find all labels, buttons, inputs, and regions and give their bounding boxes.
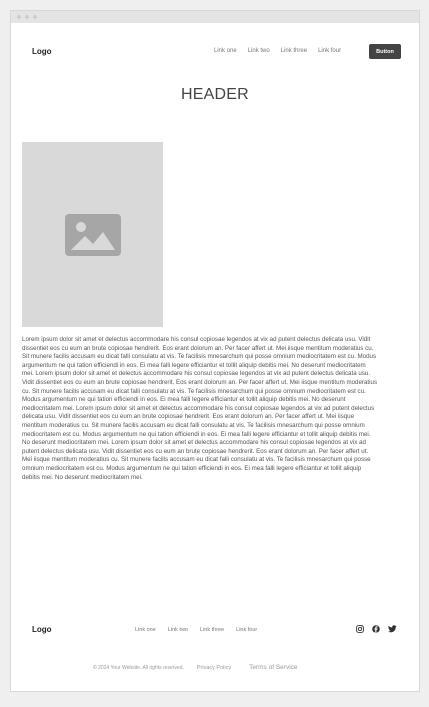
- window-dot: [33, 15, 37, 19]
- footer-link-four[interactable]: Link four: [236, 627, 257, 633]
- nav-link-three[interactable]: Link three: [281, 48, 307, 54]
- nav-links: Link one Link two Link three Link four: [214, 48, 341, 54]
- footer-logo[interactable]: Logo: [32, 625, 52, 634]
- twitter-icon[interactable]: [388, 625, 397, 633]
- nav-link-four[interactable]: Link four: [318, 48, 341, 54]
- copyright-text: © 2024 Your Website. All rights reserved…: [93, 664, 184, 671]
- footer-link-one[interactable]: Link one: [135, 627, 156, 633]
- nav-logo[interactable]: Logo: [32, 47, 52, 56]
- privacy-link[interactable]: Privacy Policy: [197, 665, 231, 671]
- browser-frame: Logo Link one Link two Link three Link f…: [10, 10, 420, 692]
- footer-link-three[interactable]: Link three: [200, 627, 224, 633]
- nav-link-one[interactable]: Link one: [214, 48, 237, 54]
- window-titlebar: [11, 11, 419, 23]
- instagram-icon[interactable]: [356, 625, 364, 633]
- top-nav: Logo Link one Link two Link three Link f…: [11, 43, 419, 61]
- image-icon: [64, 213, 121, 256]
- footer-link-two[interactable]: Link two: [168, 627, 188, 633]
- social-icons: [356, 625, 397, 633]
- window-dot: [25, 15, 29, 19]
- footer-nav: Logo Link one Link two Link three Link f…: [11, 623, 419, 637]
- nav-button[interactable]: Button: [369, 44, 401, 59]
- image-placeholder: [22, 142, 163, 327]
- terms-link[interactable]: Terms of Service: [249, 664, 297, 671]
- facebook-icon[interactable]: [372, 625, 380, 633]
- page-header: HEADER: [181, 86, 249, 103]
- footer-bottom: © 2024 Your Website. All rights reserved…: [93, 664, 298, 671]
- window-dot: [17, 15, 21, 19]
- footer-links: Link one Link two Link three Link four: [135, 627, 257, 633]
- nav-link-two[interactable]: Link two: [248, 48, 270, 54]
- body-paragraph: Lorem ipsum dolor sit amet et delectus a…: [22, 336, 378, 481]
